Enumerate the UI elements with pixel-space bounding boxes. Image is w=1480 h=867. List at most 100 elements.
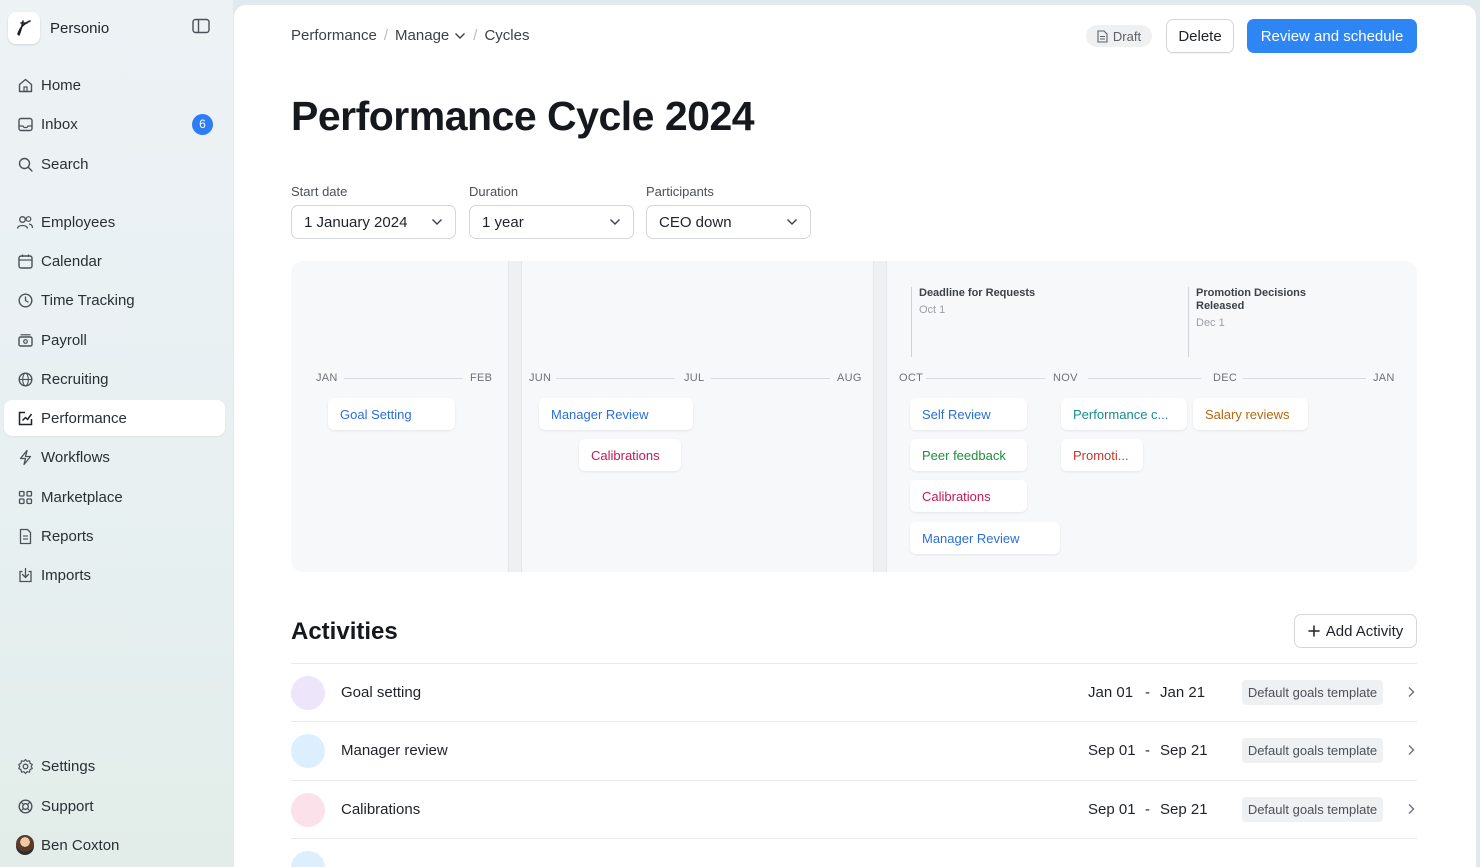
reports-icon — [16, 527, 34, 545]
activity-template-tag: Default goals template — [1242, 680, 1383, 705]
sidebar-item-label: Performance — [41, 409, 127, 427]
brand[interactable]: Personio — [8, 10, 109, 46]
milestone-title: Deadline for Requests — [919, 287, 1036, 299]
activity-dot — [291, 676, 325, 710]
sidebar-item-calendar[interactable]: Calendar — [4, 243, 225, 279]
month-axis — [556, 378, 675, 379]
timeline-chip-calibrations[interactable]: Calibrations — [910, 480, 1027, 512]
sidebar-item-label: Workflows — [41, 448, 110, 466]
activity-name: Calibrations — [341, 801, 421, 818]
duration-select[interactable]: 1 year — [469, 205, 634, 239]
sidebar-item-label: Recruiting — [41, 370, 109, 388]
sidebar-item-search[interactable]: Search — [4, 146, 225, 182]
review-and-schedule-button[interactable]: Review and schedule — [1247, 19, 1417, 53]
delete-button[interactable]: Delete — [1166, 19, 1234, 53]
sidebar-item-performance[interactable]: Performance — [4, 400, 225, 436]
status-label: Draft — [1112, 28, 1142, 44]
sidebar-item-employees[interactable]: Employees — [4, 204, 225, 240]
participants-label: Participants — [646, 184, 714, 199]
sidebar-item-marketplace[interactable]: Marketplace — [4, 479, 225, 515]
chevron-right-icon — [1408, 804, 1415, 814]
document-icon — [1097, 29, 1108, 43]
sidebar-item-label: Employees — [41, 213, 116, 231]
milestone-promotion-decisions[interactable]: Promotion Decisions Released Dec 1 — [1188, 287, 1314, 357]
milestone-title: Promotion Decisions Released — [1196, 287, 1307, 312]
sidebar-item-time-tracking[interactable]: Time Tracking — [4, 282, 225, 318]
import-icon — [16, 566, 34, 584]
activity-start-date: Jan 01 — [1088, 684, 1134, 701]
chevron-down-icon — [432, 219, 442, 225]
start-date-select[interactable]: 1 January 2024 — [291, 205, 456, 239]
add-activity-label: Add Activity — [1325, 622, 1404, 640]
sidebar-item-label: Calendar — [41, 252, 102, 270]
participants-select[interactable]: CEO down — [646, 205, 811, 239]
timeline-chip-manager-review[interactable]: Manager Review — [910, 522, 1060, 554]
breadcrumb-manage[interactable]: Manage — [395, 27, 449, 44]
sidebar-item-label: Home — [41, 76, 82, 94]
sidebar-item-reports[interactable]: Reports — [4, 518, 225, 554]
duration-value: 1 year — [482, 213, 524, 231]
start-date-value: 1 January 2024 — [304, 213, 408, 231]
month-axis — [344, 378, 463, 379]
timeline-gap — [508, 261, 522, 572]
month-axis — [711, 378, 830, 379]
activity-row[interactable]: Manager review Sep 01 - Sep 21 Default g… — [291, 721, 1417, 779]
month-label: AUG — [837, 372, 862, 384]
month-axis — [1088, 378, 1201, 379]
sidebar-item-label: Reports — [41, 527, 94, 545]
activity-dot — [291, 734, 325, 768]
breadcrumb: Performance / Manage / Cycles — [291, 27, 529, 44]
sidebar-item-home[interactable]: Home — [4, 67, 225, 103]
activity-dot — [291, 793, 325, 827]
month-label: JAN — [1373, 372, 1395, 384]
milestone-date: Dec 1 — [1196, 317, 1225, 329]
sidebar-item-profile[interactable]: Ben Coxton — [4, 827, 225, 863]
timeline-chip-performance[interactable]: Performance c... — [1061, 398, 1187, 430]
sidebar-item-recruiting[interactable]: Recruiting — [4, 361, 225, 397]
activity-row-partial[interactable] — [291, 838, 1417, 867]
sidebar-item-label: Settings — [41, 757, 96, 775]
start-date-label: Start date — [291, 184, 348, 199]
activity-row[interactable]: Calibrations Sep 01 - Sep 21 Default goa… — [291, 780, 1417, 838]
milestone-deadline-requests[interactable]: Deadline for Requests Oct 1 — [911, 287, 1037, 357]
month-axis — [926, 378, 1045, 379]
sidebar-item-payroll[interactable]: Payroll — [4, 322, 225, 358]
sidebar-item-support[interactable]: Support — [4, 788, 225, 824]
sidebar-item-settings[interactable]: Settings — [4, 748, 225, 784]
sidebar-item-imports[interactable]: Imports — [4, 557, 225, 593]
activity-end-date: Sep 21 — [1160, 801, 1208, 818]
breadcrumb-performance[interactable]: Performance — [291, 27, 377, 44]
sidebar-item-inbox[interactable]: Inbox 6 — [4, 106, 225, 142]
breadcrumb-cycles[interactable]: Cycles — [484, 27, 529, 44]
sidebar-item-label: Marketplace — [41, 488, 123, 506]
timeline-chip-salary-reviews[interactable]: Salary reviews — [1193, 398, 1308, 430]
timeline-chip-self-review[interactable]: Self Review — [910, 398, 1027, 430]
sidebar-item-workflows[interactable]: Workflows — [4, 439, 225, 475]
activity-template-tag: Default goals template — [1242, 738, 1383, 763]
sidebar-toggle-icon[interactable] — [192, 18, 212, 38]
duration-label: Duration — [469, 184, 519, 199]
home-icon — [16, 76, 34, 94]
month-axis — [1243, 378, 1366, 379]
month-label: FEB — [470, 372, 493, 384]
timeline-chip-peer-feedback[interactable]: Peer feedback — [910, 439, 1027, 471]
add-activity-button[interactable]: Add Activity — [1294, 614, 1417, 648]
performance-icon — [16, 409, 34, 427]
activity-row[interactable]: Goal setting Jan 01 - Jan 21 Default goa… — [291, 663, 1417, 721]
lifebuoy-icon — [16, 797, 34, 815]
sidebar-item-label: Inbox — [41, 115, 78, 133]
chevron-down-icon[interactable] — [454, 32, 466, 40]
calendar-icon — [16, 252, 34, 270]
globe-icon — [16, 370, 34, 388]
timeline-chip-calibrations[interactable]: Calibrations — [579, 439, 681, 471]
sidebar-item-label: Search — [41, 155, 89, 173]
timeline-gap — [873, 261, 887, 572]
timeline-chip-promotions[interactable]: Promoti... — [1061, 439, 1143, 471]
milestone-date: Oct 1 — [919, 304, 946, 316]
timeline-chip-manager-review[interactable]: Manager Review — [539, 398, 693, 430]
breadcrumb-separator: / — [473, 27, 478, 44]
timeline-chip-goal-setting[interactable]: Goal Setting — [328, 398, 455, 430]
page-title: Performance Cycle 2024 — [291, 93, 755, 139]
chevron-down-icon — [787, 219, 797, 225]
payroll-icon — [16, 331, 34, 349]
